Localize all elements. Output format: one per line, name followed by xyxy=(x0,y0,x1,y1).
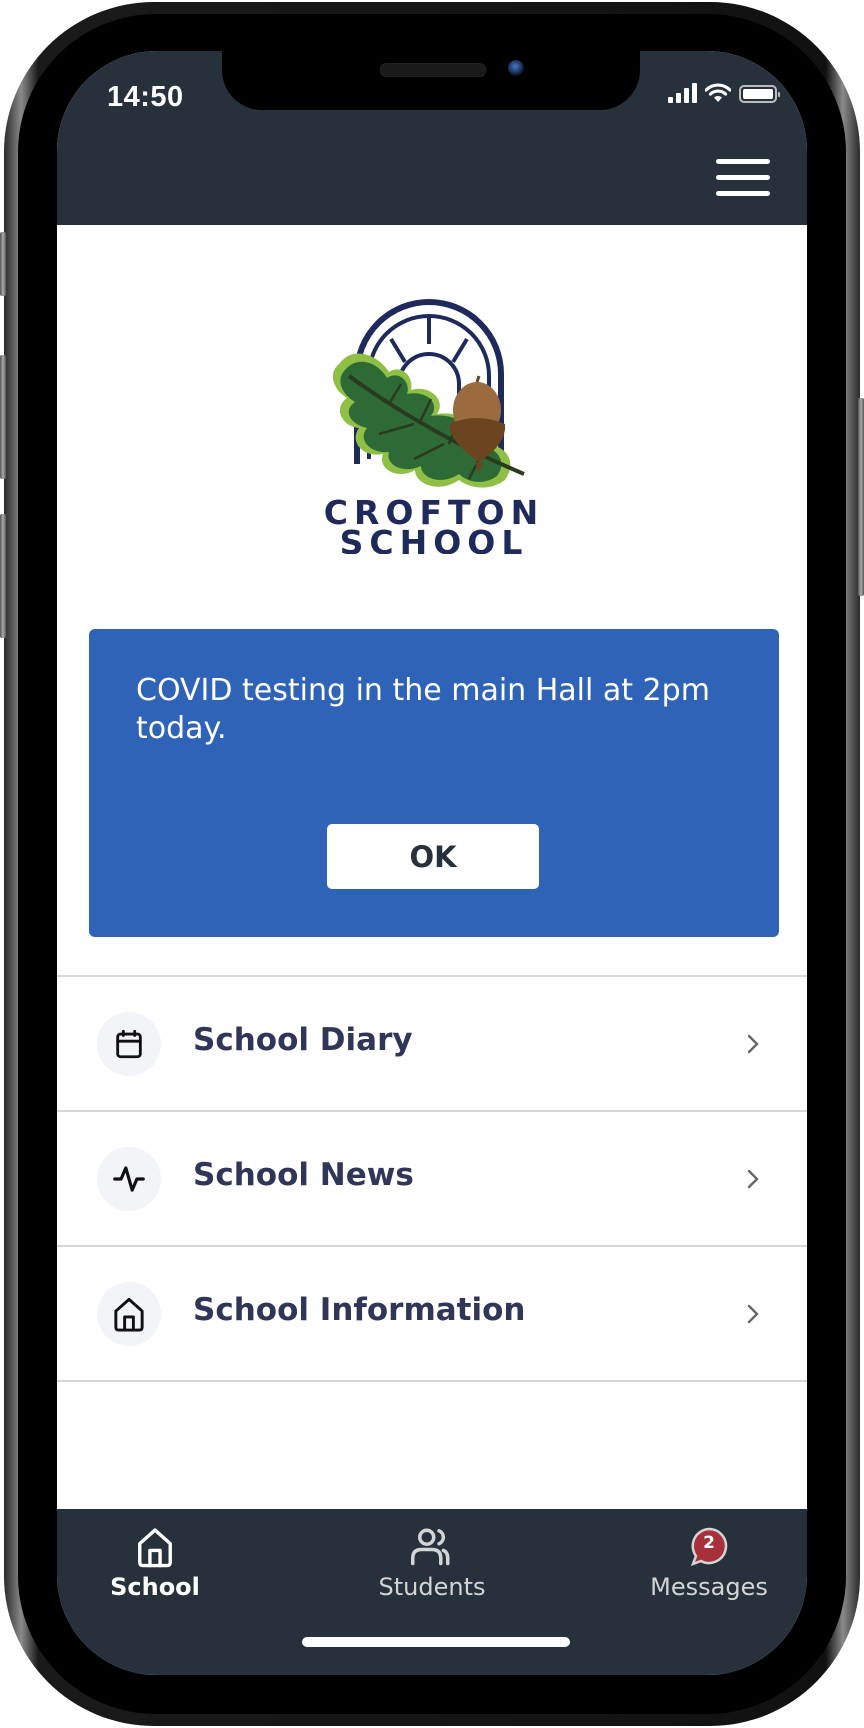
list-item-label: School News xyxy=(193,1157,414,1193)
chevron-right-icon xyxy=(747,1304,759,1324)
status-icons xyxy=(668,83,780,103)
cellular-signal-icon xyxy=(668,83,697,103)
activity-pulse-icon xyxy=(113,1166,145,1192)
tab-messages[interactable]: 2 Messages xyxy=(619,1509,799,1619)
battery-icon xyxy=(739,85,780,103)
hamburger-menu-icon[interactable] xyxy=(716,159,770,197)
bottom-tab-bar: School Students 2 Messages xyxy=(57,1509,807,1675)
side-button-volume-down xyxy=(0,514,6,638)
school-menu-list: School Diary School News School Informat… xyxy=(57,975,807,1382)
calendar-icon-circle xyxy=(97,1012,161,1076)
tab-school[interactable]: School xyxy=(65,1509,245,1619)
school-logo: CROFTON SCHOOL xyxy=(319,284,549,562)
status-time: 14:50 xyxy=(107,81,184,113)
home-icon-circle xyxy=(97,1282,161,1346)
speaker-grille xyxy=(380,63,486,77)
list-item-label: School Information xyxy=(193,1292,526,1328)
activity-icon-circle xyxy=(97,1147,161,1211)
calendar-icon xyxy=(116,1029,142,1059)
front-camera xyxy=(508,60,524,76)
tab-label: Students xyxy=(378,1573,486,1601)
side-button-power xyxy=(858,398,864,596)
side-button-mute xyxy=(0,232,6,296)
list-item-school-information[interactable]: School Information xyxy=(57,1245,807,1382)
tab-students[interactable]: Students xyxy=(342,1509,522,1619)
logo-text-line2: SCHOOL xyxy=(340,523,529,554)
home-icon xyxy=(114,1297,144,1332)
side-button-volume-up xyxy=(0,355,6,479)
notice-card: COVID testing in the main Hall at 2pm to… xyxy=(89,629,779,937)
list-item-school-diary[interactable]: School Diary xyxy=(57,975,807,1110)
list-item-school-news[interactable]: School News xyxy=(57,1110,807,1245)
app-screen: 14:50 CROFTON SCHOOL COVID testing in th… xyxy=(57,51,807,1675)
app-header: 14:50 xyxy=(57,51,807,225)
wifi-icon xyxy=(705,83,731,102)
messages-badge-count: 2 xyxy=(703,1533,715,1553)
users-icon xyxy=(411,1528,450,1566)
tab-label: School xyxy=(110,1573,200,1601)
messages-badge: 2 xyxy=(689,1527,729,1567)
notice-message: COVID testing in the main Hall at 2pm to… xyxy=(136,673,710,746)
ok-button[interactable]: OK xyxy=(327,824,539,889)
chevron-right-icon xyxy=(747,1169,759,1189)
home-indicator[interactable] xyxy=(302,1637,570,1647)
home-icon xyxy=(138,1528,172,1568)
chevron-right-icon xyxy=(747,1034,759,1054)
tab-label: Messages xyxy=(650,1573,768,1601)
device-notch xyxy=(222,51,640,110)
list-item-label: School Diary xyxy=(193,1022,413,1058)
